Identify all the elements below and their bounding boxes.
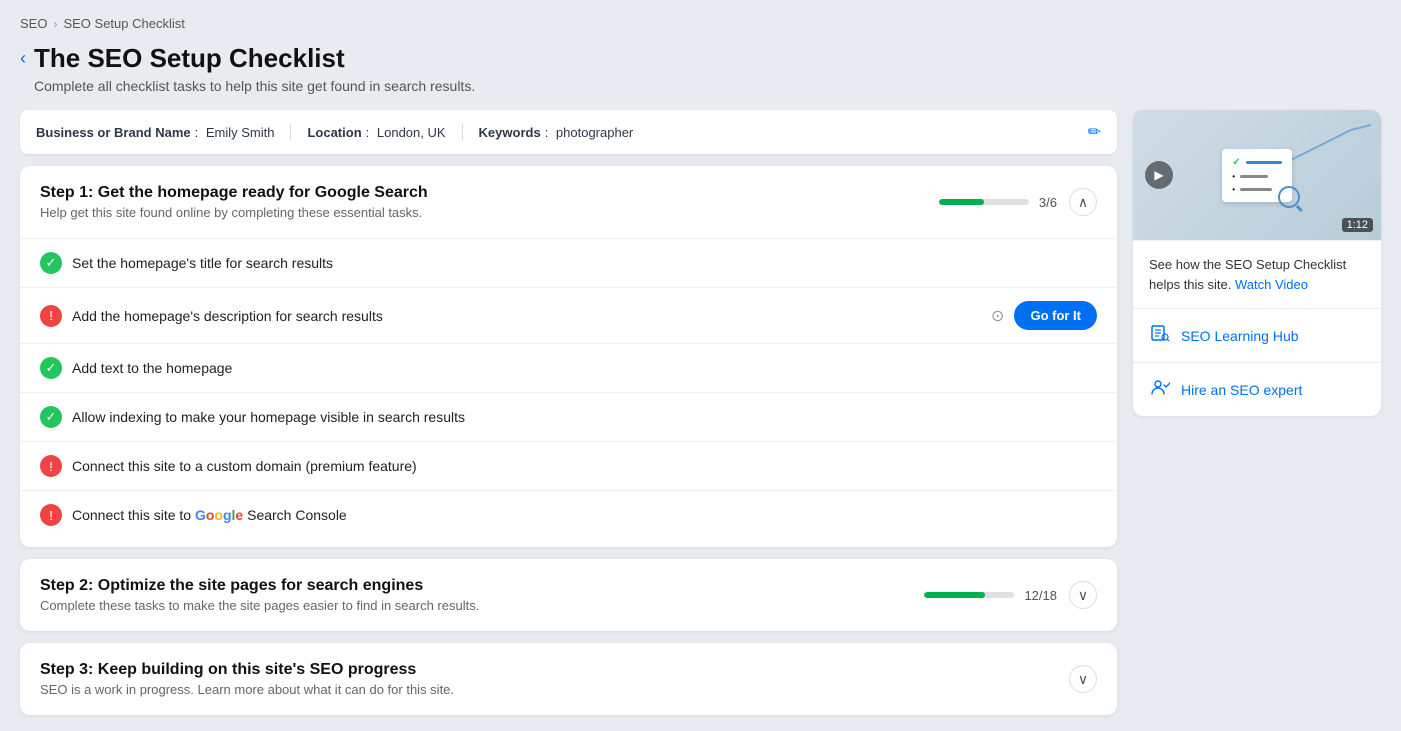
video-thumbnail[interactable]: ✓ • • ▶ 1:12 <box>1133 110 1381 240</box>
task-4-icon: ✓ <box>40 406 62 428</box>
task-3-icon: ✓ <box>40 357 62 379</box>
step-3-toggle[interactable]: ∨ <box>1069 665 1097 693</box>
left-column: Business or Brand Name: Emily Smith Loca… <box>20 110 1117 715</box>
hire-expert-icon <box>1149 377 1171 402</box>
task-row[interactable]: ✓ Set the homepage's title for search re… <box>20 238 1117 287</box>
task-1-label: Set the homepage's title for search resu… <box>72 255 1097 271</box>
divider-1 <box>290 124 291 140</box>
step-2-progress: 12/18 <box>924 588 1057 603</box>
step-1-subtitle: Help get this site found online by compl… <box>40 205 927 220</box>
hire-expert-label: Hire an SEO expert <box>1181 382 1302 398</box>
step-1-card: Step 1: Get the homepage ready for Googl… <box>20 166 1117 547</box>
task-3-label: Add text to the homepage <box>72 360 1097 376</box>
back-button[interactable]: ‹ <box>20 47 26 69</box>
divider-2 <box>462 124 463 140</box>
keywords-value: photographer <box>556 125 633 140</box>
learning-hub-label: SEO Learning Hub <box>1181 328 1299 344</box>
breadcrumb: SEO › SEO Setup Checklist <box>20 16 1381 31</box>
info-location: Location: London, UK <box>307 125 445 140</box>
task-6-icon: ! <box>40 504 62 526</box>
step-3-subtitle: SEO is a work in progress. Learn more ab… <box>40 682 1057 697</box>
checklist-card: ✓ • • <box>1222 149 1291 202</box>
page-subtitle: Complete all checklist tasks to help thi… <box>34 78 475 94</box>
step-2-text: Step 2: Optimize the site pages for sear… <box>40 577 912 613</box>
task-row[interactable]: ! Connect this site to a custom domain (… <box>20 441 1117 490</box>
video-description-section: See how the SEO Setup Checklist helps th… <box>1133 240 1381 308</box>
task-2-go-button[interactable]: Go for It <box>1014 301 1097 330</box>
task-2-icon: ! <box>40 305 62 327</box>
right-sidebar: ✓ • • ▶ 1:12 <box>1133 110 1381 416</box>
step-2-progress-label: 12/18 <box>1024 588 1057 603</box>
info-business: Business or Brand Name: Emily Smith <box>36 125 274 140</box>
video-duration: 1:12 <box>1342 218 1373 232</box>
step-2-card: Step 2: Optimize the site pages for sear… <box>20 559 1117 631</box>
page-title-block: The SEO Setup Checklist Complete all che… <box>34 43 475 94</box>
step-3-text: Step 3: Keep building on this site's SEO… <box>40 661 1057 697</box>
location-value: London, UK <box>377 125 446 140</box>
step-2-subtitle: Complete these tasks to make the site pa… <box>40 598 912 613</box>
watch-video-link[interactable]: Watch Video <box>1235 277 1308 292</box>
seo-learning-hub-link[interactable]: SEO Learning Hub <box>1133 308 1381 362</box>
step-3-card: Step 3: Keep building on this site's SEO… <box>20 643 1117 715</box>
video-description: See how the SEO Setup Checklist helps th… <box>1149 255 1365 294</box>
task-5-icon: ! <box>40 455 62 477</box>
learning-hub-icon <box>1149 323 1171 348</box>
task-row[interactable]: ✓ Allow indexing to make your homepage v… <box>20 392 1117 441</box>
hire-expert-link[interactable]: Hire an SEO expert <box>1133 362 1381 416</box>
task-2-label: Add the homepage's description for searc… <box>72 308 981 324</box>
breadcrumb-separator: › <box>53 17 57 31</box>
task-row[interactable]: ✓ Add text to the homepage <box>20 343 1117 392</box>
step-1-toggle[interactable]: ∧ <box>1069 188 1097 216</box>
step-1-header: Step 1: Get the homepage ready for Googl… <box>20 166 1117 238</box>
step-1-title: Step 1: Get the homepage ready for Googl… <box>40 184 927 202</box>
step-2-toggle[interactable]: ∨ <box>1069 581 1097 609</box>
play-button[interactable]: ▶ <box>1145 161 1173 189</box>
checklist-line-3: • <box>1232 185 1281 194</box>
breadcrumb-current: SEO Setup Checklist <box>63 16 184 31</box>
step-2-header: Step 2: Optimize the site pages for sear… <box>20 559 1117 631</box>
task-row[interactable]: ! Connect this site to Google Search Con… <box>20 490 1117 539</box>
page-title: The SEO Setup Checklist <box>34 43 475 74</box>
page-header: ‹ The SEO Setup Checklist Complete all c… <box>20 43 1381 94</box>
business-label: Business or Brand Name <box>36 125 191 140</box>
step-3-header: Step 3: Keep building on this site's SEO… <box>20 643 1117 715</box>
location-label: Location <box>307 125 361 140</box>
edit-icon[interactable]: ✏ <box>1088 122 1101 142</box>
step-2-title: Step 2: Optimize the site pages for sear… <box>40 577 912 595</box>
task-row[interactable]: ! Add the homepage's description for sea… <box>20 287 1117 343</box>
info-bar: Business or Brand Name: Emily Smith Loca… <box>20 110 1117 154</box>
step-1-progress: 3/6 <box>939 195 1057 210</box>
step-1-tasks: ✓ Set the homepage's title for search re… <box>20 238 1117 547</box>
chart-svg <box>1291 120 1371 170</box>
page-wrapper: SEO › SEO Setup Checklist ‹ The SEO Setu… <box>0 0 1401 731</box>
task-6-label: Connect this site to Google Search Conso… <box>72 507 1097 523</box>
task-5-label: Connect this site to a custom domain (pr… <box>72 458 1097 474</box>
task-4-label: Allow indexing to make your homepage vis… <box>72 409 1097 425</box>
business-value: Emily Smith <box>206 125 275 140</box>
breadcrumb-parent[interactable]: SEO <box>20 16 47 31</box>
task-2-hover-icon: ⊙ <box>991 306 1004 326</box>
checklist-bar-2 <box>1240 175 1268 178</box>
keywords-label: Keywords <box>479 125 541 140</box>
checklist-line-2: • <box>1232 172 1281 181</box>
step-1-progress-fill <box>939 199 984 205</box>
info-keywords: Keywords: photographer <box>479 125 634 140</box>
checklist-line-1: ✓ <box>1232 157 1281 168</box>
step-1-progress-bar <box>939 199 1029 205</box>
task-1-icon: ✓ <box>40 252 62 274</box>
step-1-progress-label: 3/6 <box>1039 195 1057 210</box>
step-3-title: Step 3: Keep building on this site's SEO… <box>40 661 1057 679</box>
checklist-bar-3 <box>1240 188 1272 191</box>
step-2-progress-bar <box>924 592 1014 598</box>
search-circle <box>1278 186 1300 208</box>
checklist-bar-1 <box>1246 161 1282 164</box>
main-layout: Business or Brand Name: Emily Smith Loca… <box>20 110 1381 715</box>
step-2-progress-fill <box>924 592 984 598</box>
step-1-text: Step 1: Get the homepage ready for Googl… <box>40 184 927 220</box>
